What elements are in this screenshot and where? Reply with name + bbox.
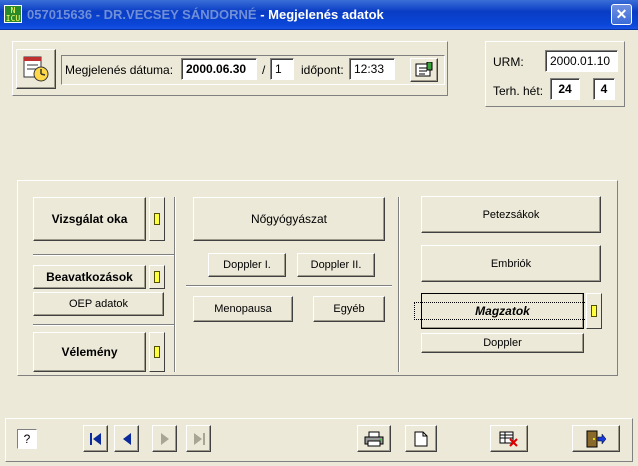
time-field[interactable]: 12:33: [349, 58, 395, 80]
window-title-text: Megjelenés adatok: [268, 7, 384, 22]
oep-adatok-label: OEP adatok: [68, 298, 129, 310]
menopausa-button[interactable]: Menopausa: [193, 296, 293, 322]
middle-divider: [186, 285, 392, 287]
magzatok-label: Magzatok: [414, 302, 591, 320]
time-label: időpont:: [301, 63, 344, 77]
first-record-button[interactable]: [83, 425, 108, 452]
slash-label: /: [262, 63, 266, 77]
delete-record-button[interactable]: [490, 425, 528, 452]
petezsakok-button[interactable]: Petezsákok: [421, 196, 601, 233]
beavatkozasok-label: Beavatkozások: [46, 270, 133, 284]
doppler-2-label: Doppler II.: [310, 259, 362, 271]
vizsgalat-oka-button[interactable]: Vizsgálat oka: [33, 197, 146, 241]
patient-id: 057015636: [27, 7, 93, 22]
next-record-icon: [160, 432, 170, 446]
notes-button[interactable]: [410, 58, 438, 82]
doppler-1-button[interactable]: Doppler I.: [208, 253, 286, 277]
last-record-button[interactable]: [186, 425, 211, 452]
date-label: Megjelenés dátuma:: [65, 63, 174, 77]
urm-field[interactable]: 2000.01.10: [545, 50, 618, 72]
oep-adatok-button[interactable]: OEP adatok: [33, 292, 164, 316]
magzatok-button[interactable]: Magzatok: [414, 293, 591, 329]
new-page-button[interactable]: [405, 425, 437, 452]
app-icon[interactable]: N ICU: [4, 5, 22, 23]
egyeb-label: Egyéb: [333, 303, 365, 315]
beavatkozasok-indicator: [149, 265, 165, 289]
menopausa-label: Menopausa: [214, 303, 272, 315]
help-field[interactable]: ?: [17, 429, 37, 449]
day-field[interactable]: 4: [593, 78, 615, 100]
exit-door-icon: [585, 430, 607, 448]
prev-record-icon: [122, 432, 132, 446]
left-divider-2: [33, 324, 174, 326]
vizsgalat-oka-label: Vizsgálat oka: [51, 212, 128, 226]
next-record-button[interactable]: [152, 425, 177, 452]
petezsakok-label: Petezsákok: [482, 208, 540, 221]
doppler-2-button[interactable]: Doppler II.: [297, 253, 375, 277]
window-title: 057015636 - DR.VECSEY SÁNDORNÉ - Megjele…: [27, 7, 384, 22]
prev-record-button[interactable]: [114, 425, 139, 452]
first-record-icon: [89, 432, 102, 446]
vizsgalat-oka-indicator: [149, 197, 165, 241]
print-button[interactable]: [357, 425, 391, 452]
beavatkozasok-button[interactable]: Beavatkozások: [33, 265, 146, 289]
doppler-label: Doppler: [483, 337, 522, 349]
date-field[interactable]: 2000.06.30: [181, 58, 257, 80]
urm-label: URM:: [493, 55, 524, 69]
week-field[interactable]: 24: [550, 78, 580, 100]
embriok-label: Embriók: [490, 257, 532, 270]
notes-icon: [415, 62, 433, 78]
week-label: Terh. hét:: [493, 84, 544, 98]
exit-button[interactable]: [572, 425, 620, 452]
sequence-field[interactable]: 1: [270, 58, 294, 80]
right-column-divider: [398, 197, 400, 372]
velemeny-label: Vélemény: [61, 345, 118, 359]
last-record-icon: [193, 432, 205, 446]
doppler-button[interactable]: Doppler: [421, 333, 584, 353]
calendar-clock-icon: [21, 54, 51, 84]
doppler-1-label: Doppler I.: [223, 259, 271, 271]
close-button[interactable]: ✕: [611, 4, 632, 25]
nogyogyaszat-button[interactable]: Nőgyógyászat: [193, 197, 385, 241]
doctor-name: DR.VECSEY SÁNDORNÉ: [103, 7, 257, 22]
left-divider-1: [33, 254, 174, 256]
calendar-clock-button[interactable]: [16, 49, 56, 89]
magzatok-indicator: [586, 293, 602, 329]
velemeny-button[interactable]: Vélemény: [33, 332, 146, 372]
delete-record-icon: [499, 431, 519, 447]
print-icon: [364, 431, 384, 447]
egyeb-button[interactable]: Egyéb: [313, 296, 385, 322]
new-page-icon: [414, 431, 428, 447]
nogyogyaszat-label: Nőgyógyászat: [250, 212, 328, 226]
left-column-divider: [174, 197, 176, 372]
title-bar: N ICU 057015636 - DR.VECSEY SÁNDORNÉ - Me…: [0, 0, 638, 30]
embriok-button[interactable]: Embriók: [421, 245, 601, 282]
velemeny-indicator: [149, 332, 165, 372]
